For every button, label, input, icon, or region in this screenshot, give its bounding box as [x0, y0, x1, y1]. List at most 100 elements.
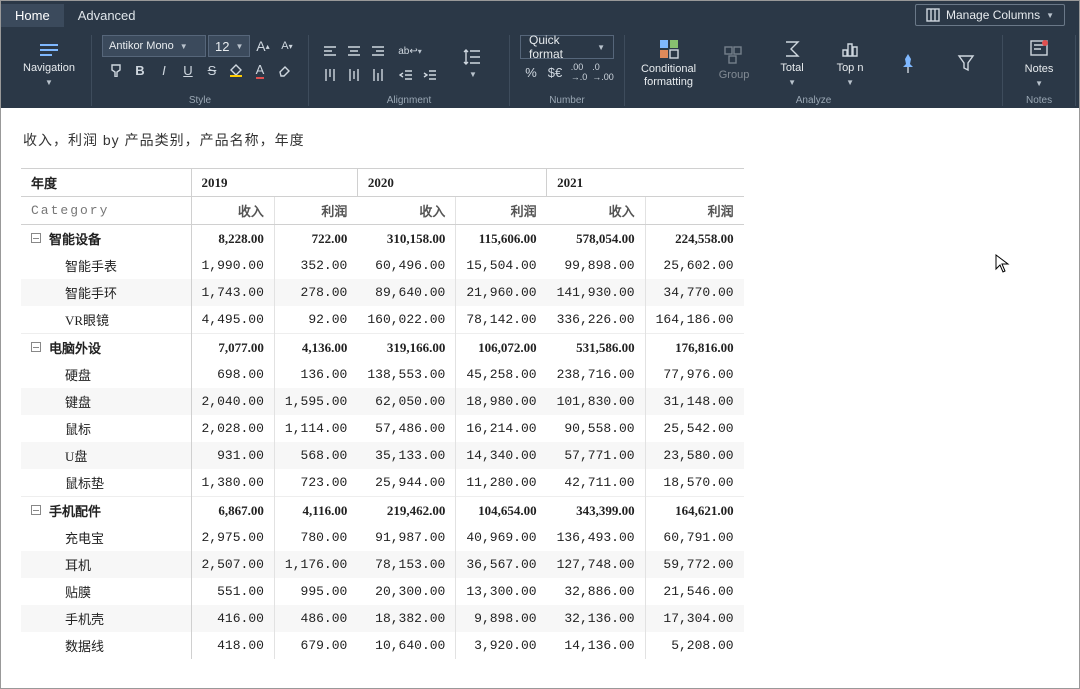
- cell[interactable]: 23,580.00: [645, 442, 744, 469]
- cell[interactable]: 551.00: [191, 578, 274, 605]
- cell[interactable]: 780.00: [274, 524, 357, 551]
- cell[interactable]: 16,214.00: [456, 415, 547, 442]
- cell[interactable]: 698.00: [191, 361, 274, 388]
- cell[interactable]: 164,186.00: [645, 306, 744, 334]
- category-row[interactable]: 手机配件: [21, 497, 191, 525]
- cell[interactable]: 1,176.00: [274, 551, 357, 578]
- indent-button[interactable]: [419, 64, 441, 86]
- decrease-decimal-button[interactable]: .00→.0: [568, 61, 590, 83]
- filter-button[interactable]: [940, 51, 992, 75]
- cell[interactable]: 18,980.00: [456, 388, 547, 415]
- cell[interactable]: 25,944.00: [357, 469, 456, 497]
- cell[interactable]: 219,462.00: [357, 497, 456, 525]
- top-n-button[interactable]: Top n▼: [824, 37, 876, 88]
- cell[interactable]: 343,399.00: [547, 497, 646, 525]
- clear-format-button[interactable]: [273, 59, 295, 81]
- cell[interactable]: 722.00: [274, 225, 357, 253]
- item-row[interactable]: 智能手环: [21, 279, 191, 306]
- cell[interactable]: 57,486.00: [357, 415, 456, 442]
- collapse-icon[interactable]: [31, 505, 41, 515]
- cell[interactable]: 20,300.00: [357, 578, 456, 605]
- quick-format-dropdown[interactable]: Quick format ▼: [520, 35, 614, 59]
- cell[interactable]: 2,507.00: [191, 551, 274, 578]
- cell[interactable]: 1,380.00: [191, 469, 274, 497]
- cell[interactable]: 352.00: [274, 252, 357, 279]
- font-size-dropdown[interactable]: 12 ▼: [208, 35, 250, 57]
- cell[interactable]: 106,072.00: [456, 334, 547, 362]
- category-row[interactable]: 智能设备: [21, 225, 191, 253]
- cell[interactable]: 60,496.00: [357, 252, 456, 279]
- cell[interactable]: 78,153.00: [357, 551, 456, 578]
- cell[interactable]: 7,077.00: [191, 334, 274, 362]
- currency-button[interactable]: $€: [544, 61, 566, 83]
- item-row[interactable]: 耳机: [21, 551, 191, 578]
- cell[interactable]: 416.00: [191, 605, 274, 632]
- cell[interactable]: 45,258.00: [456, 361, 547, 388]
- cell[interactable]: 164,621.00: [645, 497, 744, 525]
- cell[interactable]: 101,830.00: [547, 388, 646, 415]
- cell[interactable]: 1,595.00: [274, 388, 357, 415]
- fill-color-button[interactable]: [225, 59, 247, 81]
- item-row[interactable]: VR眼镜: [21, 306, 191, 334]
- align-bottom-button[interactable]: [367, 64, 389, 86]
- cell[interactable]: 531,586.00: [547, 334, 646, 362]
- item-row[interactable]: 贴膜: [21, 578, 191, 605]
- align-middle-button[interactable]: [343, 64, 365, 86]
- cell[interactable]: 1,990.00: [191, 252, 274, 279]
- cell[interactable]: 238,716.00: [547, 361, 646, 388]
- cell[interactable]: 21,960.00: [456, 279, 547, 306]
- cell[interactable]: 78,142.00: [456, 306, 547, 334]
- cell[interactable]: 14,136.00: [547, 632, 646, 659]
- cell[interactable]: 31,148.00: [645, 388, 744, 415]
- cell[interactable]: 568.00: [274, 442, 357, 469]
- item-row[interactable]: 硬盘: [21, 361, 191, 388]
- cell[interactable]: 32,136.00: [547, 605, 646, 632]
- cell[interactable]: 115,606.00: [456, 225, 547, 253]
- cell[interactable]: 11,280.00: [456, 469, 547, 497]
- cell[interactable]: 319,166.00: [357, 334, 456, 362]
- increase-decimal-button[interactable]: .0→.00: [592, 61, 614, 83]
- item-row[interactable]: 数据线: [21, 632, 191, 659]
- cell[interactable]: 104,654.00: [456, 497, 547, 525]
- cell[interactable]: 995.00: [274, 578, 357, 605]
- item-row[interactable]: 手机壳: [21, 605, 191, 632]
- cell[interactable]: 224,558.00: [645, 225, 744, 253]
- cell[interactable]: 77,976.00: [645, 361, 744, 388]
- cell[interactable]: 1,743.00: [191, 279, 274, 306]
- cell[interactable]: 18,382.00: [357, 605, 456, 632]
- cell[interactable]: 127,748.00: [547, 551, 646, 578]
- item-row[interactable]: U盘: [21, 442, 191, 469]
- year-header[interactable]: 2021: [547, 169, 744, 197]
- align-center-button[interactable]: [343, 40, 365, 62]
- cell[interactable]: 136,493.00: [547, 524, 646, 551]
- cell[interactable]: 32,886.00: [547, 578, 646, 605]
- cell[interactable]: 8,228.00: [191, 225, 274, 253]
- outdent-button[interactable]: [395, 64, 417, 86]
- increase-font-button[interactable]: A▴: [252, 35, 274, 57]
- cell[interactable]: 9,898.00: [456, 605, 547, 632]
- font-color-button[interactable]: A: [249, 59, 271, 81]
- cell[interactable]: 136.00: [274, 361, 357, 388]
- cell[interactable]: 310,158.00: [357, 225, 456, 253]
- total-button[interactable]: Total▼: [766, 37, 818, 88]
- item-row[interactable]: 鼠标垫: [21, 469, 191, 497]
- cell[interactable]: 176,816.00: [645, 334, 744, 362]
- cell[interactable]: 25,602.00: [645, 252, 744, 279]
- cell[interactable]: 2,028.00: [191, 415, 274, 442]
- cell[interactable]: 578,054.00: [547, 225, 646, 253]
- cell[interactable]: 3,920.00: [456, 632, 547, 659]
- decrease-font-button[interactable]: A▾: [276, 35, 298, 57]
- cell[interactable]: 160,022.00: [357, 306, 456, 334]
- cell[interactable]: 17,304.00: [645, 605, 744, 632]
- cell[interactable]: 42,711.00: [547, 469, 646, 497]
- cell[interactable]: 141,930.00: [547, 279, 646, 306]
- year-header[interactable]: 2019: [191, 169, 357, 197]
- align-right-button[interactable]: [367, 40, 389, 62]
- cell[interactable]: 2,975.00: [191, 524, 274, 551]
- cell[interactable]: 14,340.00: [456, 442, 547, 469]
- cell[interactable]: 336,226.00: [547, 306, 646, 334]
- cell[interactable]: 1,114.00: [274, 415, 357, 442]
- cell[interactable]: 13,300.00: [456, 578, 547, 605]
- cell[interactable]: 60,791.00: [645, 524, 744, 551]
- cell[interactable]: 89,640.00: [357, 279, 456, 306]
